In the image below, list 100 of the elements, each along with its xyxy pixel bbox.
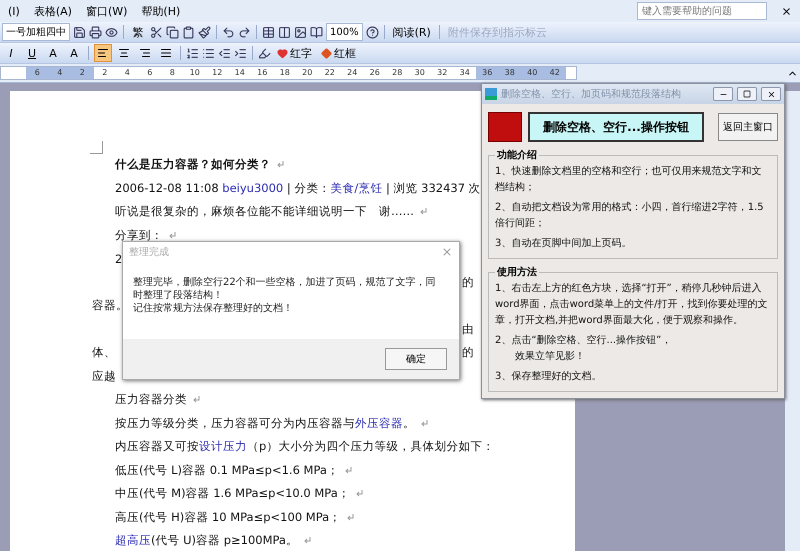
back-button[interactable]: 返回主窗口	[718, 113, 778, 141]
columns-icon[interactable]	[278, 26, 291, 38]
outdent-icon[interactable]	[218, 46, 231, 60]
format-button[interactable]: A	[65, 44, 83, 62]
ruler-number: 26	[368, 67, 381, 79]
menu-item[interactable]: (I)	[8, 4, 20, 18]
paragraph: 高压(代号 H)容器 10 MPa≤p<100 MPa；	[115, 510, 342, 525]
zoom-dropdown[interactable]: 100%	[326, 23, 363, 41]
ruler-number: 40	[521, 67, 544, 79]
close-icon[interactable]	[781, 6, 792, 16]
instruction-text: 3、自动在页脚中间加上页码。	[495, 236, 632, 251]
paragraph: 低压(代号 L)容器 0.1 MPa≤p<1.6 MPa；	[115, 462, 339, 478]
ruler-number: 6	[26, 67, 48, 79]
heart-icon	[277, 48, 288, 58]
table-icon[interactable]	[262, 26, 275, 38]
minimize-button[interactable]	[713, 87, 733, 101]
dialog-title: 整理完成	[129, 246, 169, 259]
numbered-list-icon[interactable]	[186, 46, 199, 60]
ruler-number: 12	[211, 67, 224, 79]
text-fragment: 容器。	[92, 298, 128, 314]
paragraph-mark-icon	[347, 514, 354, 521]
text-fragment: 的	[462, 274, 474, 290]
ruler-number: 14	[234, 67, 246, 79]
scrollbar[interactable]	[785, 91, 800, 551]
bullet-list-icon[interactable]	[202, 46, 215, 60]
font-size-dropdown[interactable]: 一号加粗四中	[2, 23, 70, 41]
paintbrush-icon[interactable]	[198, 26, 211, 38]
ruler-number: 2	[71, 67, 94, 79]
close-button[interactable]	[761, 87, 781, 101]
text-fragment: 应越	[92, 368, 116, 384]
ruler-number: 24	[346, 67, 358, 79]
menu-item[interactable]: 帮助(H)	[141, 4, 180, 18]
format-button[interactable]: U	[23, 44, 41, 62]
instruction-text: 2、自动把文档设为常用的格式：小四，首行缩进2字符，1.5倍行间距；	[495, 200, 765, 231]
read-button[interactable]: 阅读(R)	[390, 23, 434, 41]
scissors-icon[interactable]	[150, 26, 163, 38]
align-icon	[139, 47, 151, 59]
color-block[interactable]	[488, 112, 522, 142]
help-icon[interactable]	[366, 26, 379, 38]
ruler-number: 6	[146, 67, 154, 79]
run-button[interactable]: 删除空格、空行...操作按钮	[528, 112, 704, 142]
clipboard-icon[interactable]	[182, 26, 195, 38]
instruction-text: 1、右击左上方的红色方块，选择“打开”，稍停几秒钟后进入word界面，点击word菜单上的文件/打开，找到你要处理的文章，打开文档,并把word界面最大化，便于观察和操作。	[495, 282, 769, 328]
preview-icon[interactable]	[105, 26, 118, 38]
menu-item[interactable]: 表格(A)	[34, 4, 72, 18]
window-title: 删除空格、空行、加页码和规范段落结构	[501, 88, 682, 101]
paragraph: 什么是压力容器？如何分类？	[115, 157, 271, 172]
copy-icon[interactable]	[166, 26, 179, 38]
ruler-number: 34	[458, 67, 471, 79]
ruler-number: 10	[188, 67, 201, 79]
frame-button[interactable]: 红框	[318, 44, 359, 62]
ruler-number: 16	[256, 67, 268, 79]
format-button[interactable]: I	[2, 44, 20, 62]
paragraph-mark-icon	[420, 208, 427, 216]
paragraph: 超高压(代号 U)容器 p≥100MPa。	[115, 533, 298, 548]
dialog-message: 记住按常规方法保存整理好的文档！	[133, 302, 294, 315]
highlight-text-button[interactable]: 红字	[274, 44, 315, 62]
ruler-number: 4	[48, 67, 71, 79]
paragraph-mark-icon	[421, 420, 428, 427]
instruction-text: 3、保存整理好的文档。	[495, 370, 602, 384]
paragraph: 中压(代号 M)容器 1.6 MPa≤p<10.0 MPa；	[115, 486, 350, 502]
text-fragment: 2	[115, 252, 122, 266]
format-button[interactable]: A	[44, 44, 62, 62]
ruler-number: 20	[301, 67, 314, 79]
align-icon	[160, 47, 172, 59]
maximize-button[interactable]	[737, 87, 757, 101]
text-fragment: 体、	[92, 345, 116, 360]
ruler-number: 22	[324, 67, 336, 79]
instruction-text: 2、点击“删除空格、空行...操作按钮”，	[495, 334, 672, 348]
paragraph: 分享到：	[115, 228, 163, 243]
maximize-icon	[743, 90, 751, 98]
ruler-number: 4	[124, 67, 131, 79]
save-icon[interactable]	[73, 26, 86, 38]
align-button[interactable]	[94, 44, 112, 62]
undo-icon[interactable]	[222, 26, 235, 38]
paragraph-mark-icon	[304, 537, 311, 544]
help-search-field[interactable]: 键入需要帮助的问题	[637, 2, 767, 20]
text-fragment: 的	[462, 345, 474, 360]
indent-icon[interactable]	[234, 46, 247, 60]
paragraph: 按压力等级分类，压力容器可分为内压容器与外压容器。	[115, 416, 415, 431]
text-fragment: 由	[462, 322, 474, 337]
window-icon	[485, 88, 497, 100]
paragraph-mark-icon	[169, 232, 176, 239]
ok-button[interactable]: 确定	[385, 348, 447, 370]
book-icon[interactable]	[310, 26, 323, 38]
ruler-number: 42	[544, 67, 566, 79]
printer-icon[interactable]	[89, 26, 102, 38]
ruler-number: 32	[436, 67, 448, 79]
image-icon[interactable]	[294, 26, 307, 38]
diamond-icon	[321, 48, 332, 58]
redo-icon[interactable]	[238, 26, 251, 38]
ruler-number: 38	[498, 67, 521, 79]
ruler-number: 28	[391, 67, 404, 79]
paragraph: 内压容器又可按设计压力（p）大小分为四个压力等级，具体划分如下：	[115, 439, 494, 454]
ruler-number: 30	[414, 67, 426, 79]
convert-button[interactable]: 繁	[129, 23, 147, 41]
highlighter-icon[interactable]	[258, 46, 271, 60]
ruler-number: 8	[168, 67, 176, 79]
menu-item[interactable]: 窗口(W)	[86, 4, 128, 18]
dialog-message: 整理完毕，删除空行22个和一些空格，加进了页码，规范了文字，同时整理了段落结构！	[133, 276, 437, 302]
